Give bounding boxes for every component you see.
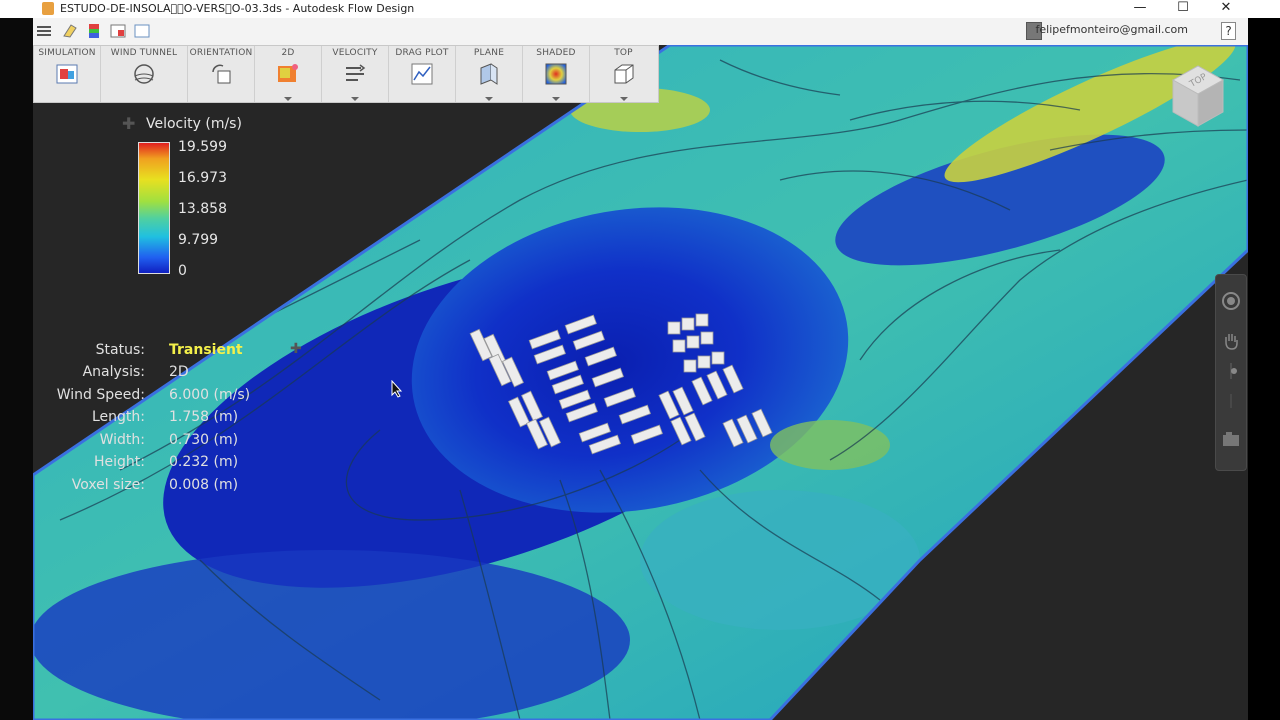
- wind-tunnel-button[interactable]: WIND TUNNEL: [101, 46, 188, 102]
- app-logo-icon: [42, 2, 54, 15]
- velocity-color-bar: [138, 142, 170, 274]
- close-button[interactable]: ✕: [1206, 0, 1246, 17]
- length-label: Length:: [91, 409, 145, 425]
- legend-tick-2: 16.973: [178, 170, 227, 186]
- camera-icon[interactable]: [1221, 429, 1241, 449]
- plane-icon: [480, 63, 498, 85]
- legend-tick-4: 9.799: [178, 232, 219, 248]
- wind-speed-label: Wind Speed:: [56, 387, 145, 403]
- top-view-label: TOP: [614, 48, 633, 58]
- orientation-icon: [212, 64, 231, 84]
- plane-dropdown-icon[interactable]: [485, 97, 493, 101]
- title-bar: ESTUDO-DE-INSOLA  O-VERS O-03.3ds - Auto…: [0, 0, 1280, 18]
- user-email[interactable]: felipefmonteiro@gmail.com: [1036, 23, 1188, 36]
- plane-label: PLANE: [473, 48, 505, 58]
- maximize-button[interactable]: ☐: [1163, 0, 1203, 17]
- open-icon[interactable]: [61, 22, 79, 40]
- legend-move-icon[interactable]: ✚: [122, 114, 135, 133]
- legend-title: Velocity (m/s): [146, 116, 242, 132]
- window-title: ESTUDO-DE-INSOLA  O-VERS O-03.3ds - Auto…: [60, 2, 415, 15]
- wind-tunnel-label: WIND TUNNEL: [110, 48, 178, 58]
- window-left-edge: [0, 18, 33, 720]
- velocity-dropdown-icon[interactable]: [351, 97, 359, 101]
- width-label: Width:: [99, 432, 145, 448]
- 2d-icon: [278, 64, 298, 82]
- height-value: 0.232 (m): [169, 454, 239, 470]
- 2d-button[interactable]: 2D: [255, 46, 322, 102]
- wind-speed-value: 6.000 (m/s): [169, 387, 251, 403]
- velocity-icon: [346, 64, 366, 81]
- analysis-value: 2D: [169, 364, 189, 380]
- simulation-icon: [56, 64, 78, 84]
- drag-plot-icon: [411, 63, 433, 85]
- top-view-icon: [614, 64, 633, 84]
- orientation-button[interactable]: ORIENTATION: [188, 46, 255, 102]
- legend-tick-max: 19.599: [178, 139, 227, 155]
- menu-icon[interactable]: [35, 22, 53, 40]
- pan-hand-icon[interactable]: [1221, 331, 1241, 351]
- width-value: 0.730 (m): [169, 432, 239, 448]
- screenshot-icon[interactable]: [109, 22, 127, 40]
- shaded-button[interactable]: SHADED: [523, 46, 590, 102]
- shaded-label: SHADED: [536, 48, 576, 58]
- voxel-size-label: Voxel size:: [71, 477, 145, 493]
- steering-wheel-icon[interactable]: [1221, 291, 1241, 311]
- status-value: Transient: [169, 342, 243, 358]
- status-label: Status:: [95, 342, 145, 358]
- velocity-button[interactable]: VELOCITY: [322, 46, 389, 102]
- view-cube[interactable]: TOP: [1165, 60, 1231, 132]
- simulation-label: SIMULATION: [38, 48, 96, 58]
- wind-tunnel-icon: [134, 64, 154, 84]
- analysis-label: Analysis:: [82, 364, 145, 380]
- 2d-dropdown-icon[interactable]: [284, 97, 292, 101]
- drag-plot-label: DRAG PLOT: [395, 48, 449, 58]
- orbit-icon[interactable]: [1221, 391, 1241, 411]
- orientation-label: ORIENTATION: [189, 48, 253, 58]
- legend-tick-min: 0: [178, 263, 187, 279]
- minimize-button[interactable]: —: [1120, 0, 1160, 17]
- zoom-slider-icon[interactable]: [1221, 361, 1241, 381]
- navigation-bar: [1215, 274, 1247, 471]
- ribbon-toolbar: SIMULATION WIND TUNNEL ORIENTATION 2D VE…: [33, 45, 659, 103]
- shaded-dropdown-icon[interactable]: [552, 97, 560, 101]
- voxel-size-value: 0.008 (m): [169, 477, 239, 493]
- quick-access-toolbar: felipefmonteiro@gmail.com ?: [33, 18, 1248, 46]
- simulation-button[interactable]: SIMULATION: [34, 46, 101, 102]
- mouse-cursor-icon: [391, 380, 403, 398]
- drag-plot-button[interactable]: DRAG PLOT: [389, 46, 456, 102]
- palette-icon[interactable]: [85, 22, 103, 40]
- shaded-icon: [545, 63, 567, 85]
- height-label: Height:: [94, 454, 145, 470]
- 2d-label: 2D: [281, 48, 295, 58]
- length-value: 1.758 (m): [169, 409, 239, 425]
- help-button[interactable]: ?: [1221, 22, 1236, 40]
- legend-tick-3: 13.858: [178, 201, 227, 217]
- top-view-button[interactable]: TOP: [590, 46, 657, 102]
- window-icon[interactable]: [133, 22, 151, 40]
- top-view-dropdown-icon[interactable]: [619, 97, 628, 101]
- plane-button[interactable]: PLANE: [456, 46, 523, 102]
- info-move-icon[interactable]: ✚: [290, 341, 302, 357]
- velocity-label: VELOCITY: [332, 48, 378, 58]
